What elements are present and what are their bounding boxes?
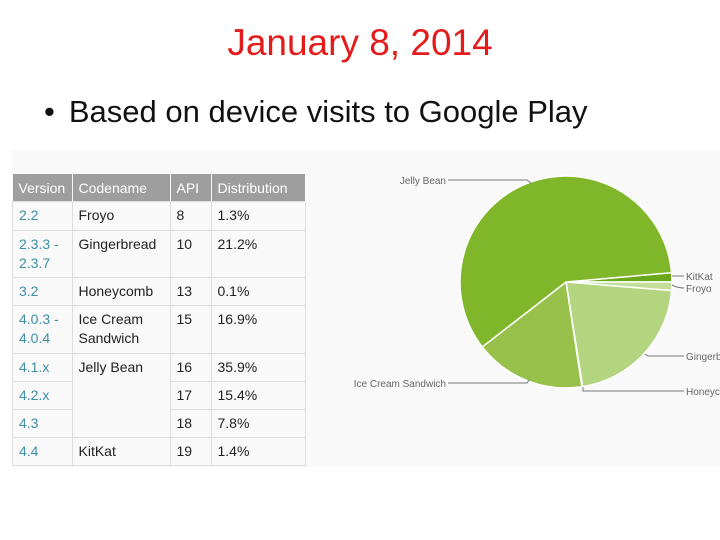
leader-froyo: [671, 284, 685, 289]
label-gingerbread: Gingerbread: [686, 352, 720, 363]
bullet-text: Based on device visits to Google Play: [68, 94, 588, 129]
label-jelly-bean: Jelly Bean: [400, 176, 446, 187]
distribution-panel: Version Codename API Distribution 2.2 Fr…: [12, 150, 720, 467]
pie-chart: Jelly Bean Ice Cream Sandwich KitKat Fro…: [354, 175, 720, 398]
label-froyo: Froyo: [686, 284, 712, 295]
pie-slice-gingerbread: [565, 281, 673, 388]
leader-gingerbread: [644, 353, 684, 357]
label-ice-cream-sandwich: Ice Cream Sandwich: [354, 379, 446, 390]
leader-ice-cream-sandwich: [448, 379, 530, 384]
bullet-icon: •: [44, 94, 55, 129]
leader-honeycomb: [582, 387, 684, 392]
label-honeycomb: Honeycomb: [686, 387, 720, 398]
slide-title: January 8, 2014: [227, 22, 493, 63]
label-kitkat: KitKat: [686, 272, 713, 283]
bullet-item: • Based on device visits to Google Play: [44, 94, 588, 130]
leader-jelly-bean: [448, 179, 532, 184]
